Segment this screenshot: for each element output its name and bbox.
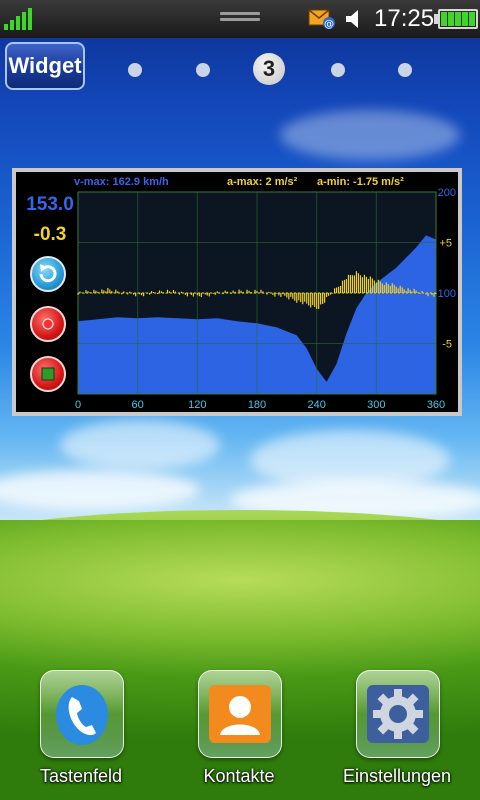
dock-label: Einstellungen bbox=[342, 766, 452, 786]
speaker-icon bbox=[344, 8, 366, 30]
acceleration-tick-label: +5 bbox=[439, 238, 452, 250]
settings-gear-icon[interactable] bbox=[356, 670, 440, 758]
page-dot[interactable] bbox=[331, 63, 345, 77]
phone-icon[interactable] bbox=[40, 670, 124, 758]
signal-strength-icon bbox=[4, 8, 32, 30]
v-max-stat: v-max: 162.9 km/h bbox=[74, 176, 169, 188]
speed-tick-label: 200 bbox=[438, 187, 456, 199]
status-bar[interactable]: @ 17:25 bbox=[0, 0, 480, 38]
page-dot[interactable] bbox=[398, 63, 412, 77]
page-dot[interactable] bbox=[128, 63, 142, 77]
message-notification-icon: @ bbox=[308, 8, 336, 30]
x-tick-label: 360 bbox=[427, 399, 445, 411]
cloud bbox=[280, 110, 460, 160]
cloud bbox=[60, 420, 220, 470]
stop-button[interactable] bbox=[30, 356, 66, 392]
speed-tick-label: 100 bbox=[438, 288, 456, 300]
x-tick-label: 120 bbox=[188, 399, 206, 411]
dock-item-tastenfeld[interactable]: Tastenfeld bbox=[26, 670, 136, 790]
a-min-stat: a-min: -1.75 m/s² bbox=[317, 176, 404, 188]
speed-chart: 0 60 120 180 240 300 360 200 100 +5 -5 bbox=[75, 187, 456, 411]
contacts-icon[interactable] bbox=[198, 670, 282, 758]
a-max-stat: a-max: 2 m/s² bbox=[227, 176, 298, 188]
notification-drawer-handle[interactable] bbox=[220, 12, 260, 24]
reset-icon bbox=[39, 264, 57, 283]
reset-button[interactable] bbox=[30, 256, 66, 292]
dock-label: Tastenfeld bbox=[39, 766, 123, 786]
current-speed-value: 153.0 bbox=[26, 194, 74, 215]
x-tick-label: 60 bbox=[132, 399, 144, 411]
status-clock: 17:25 bbox=[374, 5, 435, 32]
stop-icon bbox=[41, 367, 55, 381]
svg-text:@: @ bbox=[324, 19, 334, 30]
dock-label: Kontakte bbox=[203, 766, 275, 786]
current-page-indicator[interactable]: 3 bbox=[253, 53, 285, 85]
battery-full-icon bbox=[438, 9, 478, 29]
speedometer-widget[interactable]: 0 60 120 180 240 300 360 200 100 +5 -5 v-max: 162.… bbox=[12, 168, 462, 416]
page-dot[interactable] bbox=[196, 63, 210, 77]
x-tick-label: 0 bbox=[75, 399, 81, 411]
x-tick-label: 180 bbox=[248, 399, 266, 411]
dock-item-einstellungen[interactable]: Einstellungen bbox=[342, 670, 452, 790]
x-tick-label: 300 bbox=[367, 399, 385, 411]
record-button[interactable] bbox=[30, 306, 66, 342]
widget-button[interactable]: Widget bbox=[5, 42, 85, 90]
current-acceleration-value: -0.3 bbox=[33, 224, 67, 245]
record-icon bbox=[42, 318, 54, 330]
dock-item-kontakte[interactable]: Kontakte bbox=[184, 670, 294, 790]
acceleration-tick-label: -5 bbox=[442, 339, 452, 351]
x-tick-label: 240 bbox=[307, 399, 325, 411]
